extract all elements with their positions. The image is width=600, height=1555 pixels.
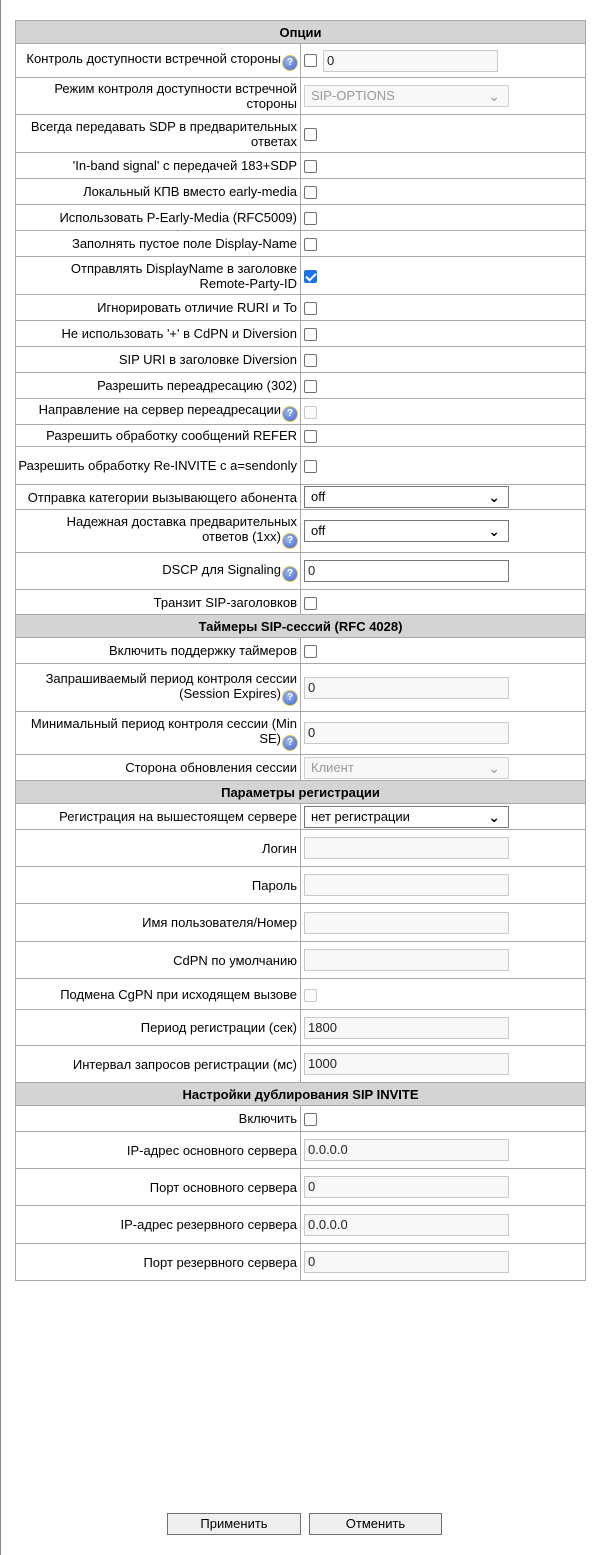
send-display-name-label: Отправлять DisplayName в заголовке Remot… xyxy=(15,256,301,295)
reliable-1xx-value: off xyxy=(311,523,326,538)
inband-label: 'In-band signal' с передачей 183+SDP xyxy=(15,152,301,179)
ignore-ruri-label: Игнорировать отличие RURI и To xyxy=(15,294,301,321)
min-se-input[interactable]: 0 xyxy=(304,722,509,744)
registration-interval-input[interactable]: 1000 xyxy=(304,1053,509,1075)
send-display-name-checkbox[interactable] xyxy=(304,270,317,284)
section-header-duplication: Настройки дублирования SIP INVITE xyxy=(15,1082,586,1106)
dscp-label: DSCP для Signaling xyxy=(162,561,281,577)
inband-checkbox[interactable] xyxy=(304,160,317,174)
backup-port-label: Порт резервного сервера xyxy=(15,1243,301,1281)
primary-ip-label: IP-адрес основного сервера xyxy=(15,1131,301,1169)
min-se-label: Минимальный период контроля сессии (Min … xyxy=(30,716,297,746)
fill-display-name-label: Заполнять пустое поле Display-Name xyxy=(15,230,301,257)
options-table: Опции Контроль доступности встречной сто… xyxy=(15,20,586,1281)
section-header-registration: Параметры регистрации xyxy=(15,780,586,804)
primary-ip-input[interactable]: 0.0.0.0 xyxy=(304,1139,509,1161)
redirect-server-label: Направление на сервер переадресации xyxy=(38,402,281,417)
always-sdp-label: Всегда передавать SDP в предварительных … xyxy=(15,114,301,153)
p-early-media-checkbox[interactable] xyxy=(304,212,317,226)
primary-port-input[interactable]: 0 xyxy=(304,1176,509,1198)
availability-mode-value: SIP-OPTIONS xyxy=(311,88,395,103)
registration-period-input[interactable]: 1800 xyxy=(304,1016,509,1039)
dscp-input[interactable]: 0 xyxy=(304,560,509,582)
cgpn-substitution-checkbox[interactable] xyxy=(304,988,317,1002)
availability-control-label: Контроль доступности встречной стороны xyxy=(26,51,281,66)
chevron-down-icon: ⌄ xyxy=(488,88,500,104)
upstream-registration-value: нет регистрации xyxy=(311,808,410,824)
p-early-media-label: Использовать P-Early-Media (RFC5009) xyxy=(15,204,301,231)
session-expires-label: Запрашиваемый период контроля сессии (Se… xyxy=(45,670,297,701)
default-cdpn-label: CdPN по умолчанию xyxy=(15,941,301,979)
default-cdpn-input[interactable] xyxy=(304,949,509,971)
chevron-down-icon: ⌄ xyxy=(488,808,500,825)
settings-panel: Опции Контроль доступности встречной сто… xyxy=(0,0,596,1555)
session-expires-input[interactable]: 0 xyxy=(304,676,509,699)
help-icon[interactable]: ? xyxy=(283,566,297,581)
primary-port-label: Порт основного сервера xyxy=(15,1168,301,1206)
cancel-button[interactable]: Отменить xyxy=(309,1513,442,1535)
allow-refer-checkbox[interactable] xyxy=(304,430,317,444)
allow-302-label: Разрешить переадресацию (302) xyxy=(15,372,301,399)
no-plus-label: Не использовать '+' в CdPN и Diversion xyxy=(15,320,301,347)
timers-enable-label: Включить поддержку таймеров xyxy=(15,637,301,664)
password-input[interactable] xyxy=(304,874,509,896)
section-header-options: Опции xyxy=(15,20,586,44)
allow-302-checkbox[interactable] xyxy=(304,380,317,394)
allow-refer-label: Разрешить обработку сообщений REFER xyxy=(15,424,301,447)
help-icon[interactable]: ? xyxy=(283,534,297,548)
refresher-value: Клиент xyxy=(311,759,354,775)
always-sdp-checkbox[interactable] xyxy=(304,128,317,142)
login-label: Логин xyxy=(15,829,301,867)
chevron-down-icon: ⌄ xyxy=(488,523,500,539)
upstream-registration-select[interactable]: нет регистрации ⌄ xyxy=(304,805,509,828)
upstream-registration-label: Регистрация на вышестоящем сервере xyxy=(15,803,301,830)
help-icon[interactable]: ? xyxy=(283,736,297,750)
availability-control-input[interactable]: 0 xyxy=(323,49,498,72)
backup-port-input[interactable]: 0 xyxy=(304,1251,509,1273)
local-kpv-label: Локальный КПВ вместо early-media xyxy=(15,178,301,205)
chevron-down-icon: ⌄ xyxy=(488,759,500,776)
cgpn-substitution-label: Подмена CgPN при исходящем вызове xyxy=(15,978,301,1010)
help-icon[interactable]: ? xyxy=(283,56,297,70)
availability-mode-select[interactable]: SIP-OPTIONS ⌄ xyxy=(304,85,509,107)
backup-ip-label: IP-адрес резервного сервера xyxy=(15,1205,301,1244)
allow-reinvite-checkbox[interactable] xyxy=(304,460,317,474)
password-label: Пароль xyxy=(15,866,301,904)
sip-uri-diversion-checkbox[interactable] xyxy=(304,354,317,368)
transit-headers-label: Транзит SIP-заголовков xyxy=(15,589,301,615)
help-icon[interactable]: ? xyxy=(283,690,297,705)
reliable-1xx-select[interactable]: off ⌄ xyxy=(304,520,509,542)
fill-display-name-checkbox[interactable] xyxy=(304,238,317,252)
apply-button[interactable]: Применить xyxy=(167,1513,301,1535)
duplication-enable-checkbox[interactable] xyxy=(304,1113,317,1127)
allow-reinvite-label: Разрешить обработку Re-INVITE с a=sendon… xyxy=(15,446,301,485)
username-label: Имя пользователя/Номер xyxy=(15,903,301,942)
login-input[interactable] xyxy=(304,837,509,859)
caller-category-value: off xyxy=(311,489,326,504)
redirect-server-checkbox[interactable] xyxy=(304,406,317,420)
reliable-1xx-label: Надежная доставка предварительных ответо… xyxy=(66,514,297,544)
availability-mode-label: Режим контроля доступности встречной сто… xyxy=(15,77,301,115)
registration-interval-label: Интервал запросов регистрации (мс) xyxy=(15,1045,301,1083)
transit-headers-checkbox[interactable] xyxy=(304,596,317,610)
caller-category-label: Отправка категории вызывающего абонента xyxy=(15,484,301,510)
username-input[interactable] xyxy=(304,911,509,934)
registration-period-label: Период регистрации (сек) xyxy=(15,1009,301,1046)
refresher-label: Сторона обновления сессии xyxy=(15,754,301,781)
local-kpv-checkbox[interactable] xyxy=(304,186,317,200)
sip-uri-diversion-label: SIP URI в заголовке Diversion xyxy=(15,346,301,373)
timers-enable-checkbox[interactable] xyxy=(304,645,317,659)
form-buttons: Применить Отменить xyxy=(167,1513,442,1535)
section-header-timers: Таймеры SIP-сессий (RFC 4028) xyxy=(15,614,586,638)
availability-control-checkbox[interactable] xyxy=(304,54,317,67)
backup-ip-input[interactable]: 0.0.0.0 xyxy=(304,1213,509,1236)
help-icon[interactable]: ? xyxy=(283,407,297,421)
duplication-enable-label: Включить xyxy=(15,1105,301,1132)
chevron-down-icon: ⌄ xyxy=(488,489,500,505)
ignore-ruri-checkbox[interactable] xyxy=(304,302,317,316)
caller-category-select[interactable]: off ⌄ xyxy=(304,486,509,508)
no-plus-checkbox[interactable] xyxy=(304,328,317,342)
refresher-select[interactable]: Клиент ⌄ xyxy=(304,756,509,779)
